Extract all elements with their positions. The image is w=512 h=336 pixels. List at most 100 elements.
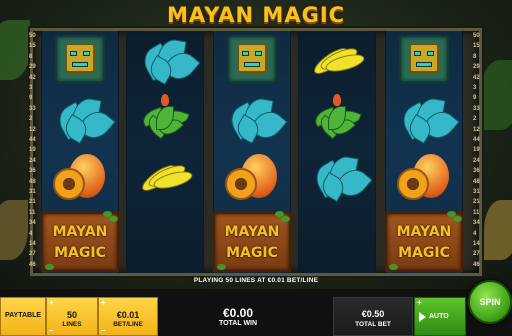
payline-number: 14	[473, 241, 480, 247]
mango-symbol	[45, 150, 115, 206]
payline-number: 9	[473, 95, 477, 102]
payline-number: 21	[473, 199, 480, 206]
mask-mouth	[244, 62, 260, 67]
autoplay-button[interactable]: + AUTO	[414, 297, 466, 336]
mango-symbol	[217, 150, 287, 206]
vine-leaf-icon	[389, 264, 398, 270]
purple-flower-symbol	[130, 210, 200, 266]
jungle-leaf-decoration	[0, 20, 30, 80]
payline-number: 11	[473, 209, 480, 216]
logo-text-line2: MAGIC	[398, 245, 450, 261]
payline-number: 48	[473, 178, 480, 185]
payline-number: 14	[29, 241, 36, 247]
payline-number: 24	[473, 157, 480, 164]
mask-mouth	[72, 62, 88, 67]
bet-minus-button[interactable]: −	[101, 326, 106, 335]
payline-number: 27	[29, 251, 36, 258]
game-title: MAYAN MAGIC	[166, 3, 346, 27]
payline-number: 12	[473, 126, 480, 133]
payline-number: 44	[473, 137, 480, 143]
plant-symbol	[302, 92, 372, 148]
blue-leaf-symbol	[217, 92, 288, 148]
mask-eye	[83, 51, 90, 56]
bet-per-line-stepper[interactable]: + €0.01 BET/LINE −	[98, 297, 158, 336]
payline-number: 8	[473, 53, 477, 60]
plant-flower	[161, 94, 169, 106]
mask-face	[409, 43, 439, 73]
total-bet-value: €0.50	[361, 309, 385, 319]
lines-label: LINES	[62, 321, 82, 328]
payline-number: 46	[473, 261, 480, 268]
payline-number: 48	[29, 178, 36, 185]
purple-flower-symbol	[302, 210, 372, 266]
paytable-button[interactable]: PAYTABLE	[0, 297, 46, 336]
total-win-value: €0.00	[222, 306, 254, 320]
vine-leaf-icon	[217, 264, 226, 270]
mayan-magic-logo-symbol: MAYAN MAGIC	[41, 211, 119, 272]
plant-symbol	[130, 92, 200, 148]
lines-stepper[interactable]: + 50 LINES −	[46, 297, 98, 336]
payline-number: 42	[29, 74, 36, 81]
total-bet-label: TOTAL BET	[355, 321, 391, 328]
payline-number: 24	[29, 157, 36, 164]
mask-face	[65, 43, 95, 73]
payline-number: 19	[29, 147, 36, 154]
payline-number: 2	[29, 116, 33, 123]
autoplay-plus: +	[417, 298, 422, 307]
jungle-leaf-decoration	[484, 200, 512, 260]
lines-minus-button[interactable]: −	[49, 326, 54, 335]
payline-numbers-left: 50 15 8 29 42 3 9 33 2 12 44 19 24 36 48 31 21 11 34 4 14 27 4…	[28, 31, 40, 273]
mask-eye	[70, 51, 77, 56]
payline-number: 19	[473, 147, 480, 154]
payline-number: 33	[473, 105, 480, 112]
payline-number: 4	[473, 230, 477, 237]
payline-numbers-right: 50 15 8 29 42 3 9 33 2 12 44 19 24 36 48 31 21 11 34 4 14 27 4…	[472, 31, 484, 273]
vine-leaf-icon	[109, 216, 118, 222]
mask-mouth	[416, 62, 432, 67]
mask-eye	[414, 51, 421, 56]
lines-value: 50	[66, 310, 77, 320]
payline-number: 27	[473, 251, 480, 258]
logo-text-line2: MAGIC	[54, 245, 106, 261]
bet-plus-button[interactable]: +	[101, 298, 106, 307]
payline-number: 31	[473, 189, 480, 195]
payline-number: 33	[29, 105, 36, 112]
logo-text-line1: MAYAN	[52, 224, 108, 240]
bet-info-line: PLAYING 50 LINES AT €0.01 BET/LINE	[193, 277, 319, 284]
mayan-magic-logo-symbol: MAYAN MAGIC	[213, 211, 291, 272]
logo-text-line1: MAYAN	[224, 224, 280, 240]
banana-symbol	[302, 33, 372, 89]
payline-number: 50	[29, 33, 36, 39]
mango-half	[225, 168, 257, 200]
payline-number: 3	[473, 85, 477, 91]
total-bet-display: €0.50 TOTAL BET	[333, 297, 413, 336]
mango-symbol	[389, 150, 459, 206]
payline-number: 42	[473, 74, 480, 81]
lines-plus-button[interactable]: +	[49, 298, 54, 307]
payline-number: 29	[29, 64, 36, 71]
plant-flower	[333, 94, 341, 106]
mask-eye	[255, 51, 262, 56]
mask-symbol	[389, 33, 459, 89]
blue-leaf-symbol	[389, 92, 460, 148]
payline-number: 15	[29, 43, 36, 50]
payline-number: 15	[473, 43, 480, 50]
vine-leaf-icon	[453, 216, 462, 222]
payline-number: 36	[29, 168, 36, 175]
payline-number: 12	[29, 126, 36, 133]
spin-button[interactable]: SPIN	[468, 280, 512, 324]
mask-face	[237, 43, 267, 73]
bet-per-line-label: BET/LINE	[113, 321, 143, 328]
mask-eye	[427, 51, 434, 56]
payline-number: 46	[29, 261, 36, 268]
payline-number: 34	[29, 220, 36, 227]
play-icon	[419, 312, 426, 322]
vine-leaf-icon	[45, 264, 54, 270]
payline-number: 8	[29, 53, 33, 60]
payline-number: 50	[473, 33, 480, 39]
payline-number: 9	[29, 95, 33, 102]
jungle-leaf-decoration	[0, 200, 28, 260]
payline-number: 36	[473, 168, 480, 175]
payline-number: 21	[29, 199, 36, 206]
jungle-leaf-decoration	[480, 60, 512, 130]
